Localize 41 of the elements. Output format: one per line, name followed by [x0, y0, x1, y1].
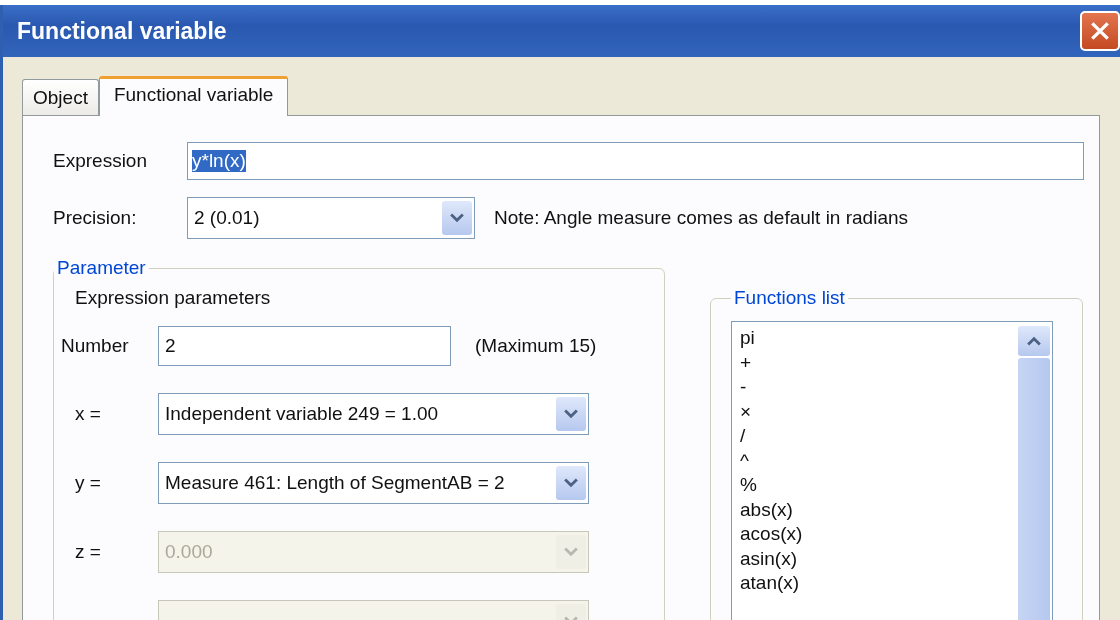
list-item[interactable]: asin(x)	[740, 546, 803, 571]
group-title: Parameter	[56, 257, 147, 279]
list-item[interactable]: ^	[740, 448, 803, 473]
field-label: Precision:	[53, 207, 138, 229]
dropdown-button[interactable]	[556, 397, 586, 431]
tab[interactable]: Object	[22, 79, 99, 115]
field-label: y =	[74, 472, 102, 494]
list-item[interactable]: ×	[740, 399, 803, 424]
hint-text: (Maximum 15)	[475, 335, 597, 357]
chevron-icon	[450, 213, 464, 223]
field-label: Number	[60, 335, 130, 357]
chevron-icon	[564, 547, 578, 557]
caption-text: Expression parameters	[74, 286, 272, 309]
combo-box[interactable]: 2 (0.01)	[187, 197, 475, 239]
chevron-icon	[564, 409, 578, 419]
field-label: x =	[74, 403, 102, 425]
list-item[interactable]: /	[740, 424, 803, 449]
dropdown-button[interactable]	[556, 466, 586, 500]
input-field[interactable]: 2	[158, 326, 451, 366]
combo-box[interactable]: Measure 461: Length of SegmentAB = 2	[158, 462, 589, 504]
chevron-icon	[1027, 336, 1041, 346]
list-item[interactable]: +	[740, 350, 803, 375]
field-label: z =	[74, 541, 102, 563]
scroll-up-button[interactable]	[1018, 326, 1050, 356]
combo-box[interactable]: Independent variable 249 = 1.00	[158, 393, 589, 435]
close-icon	[1089, 20, 1111, 42]
list-item[interactable]: pi	[740, 326, 803, 351]
list-item[interactable]: -	[740, 375, 803, 400]
input-field[interactable]: y*ln(x)	[187, 142, 1084, 180]
dropdown-button[interactable]	[442, 201, 472, 235]
window-title: Functional variable	[17, 17, 227, 45]
list-item[interactable]: abs(x)	[740, 497, 803, 522]
group-title: Functions list	[733, 287, 846, 309]
note-text: Note: Angle measure comes as default in radians	[494, 207, 908, 229]
field-label: Expression	[53, 150, 148, 172]
list-item[interactable]: %	[740, 473, 803, 498]
list-item[interactable]: acos(x)	[740, 522, 803, 547]
close-button[interactable]	[1080, 11, 1120, 51]
chevron-icon	[564, 478, 578, 488]
tab[interactable]: Functional variable	[98, 76, 289, 116]
list-item[interactable]: atan(x)	[740, 571, 803, 596]
